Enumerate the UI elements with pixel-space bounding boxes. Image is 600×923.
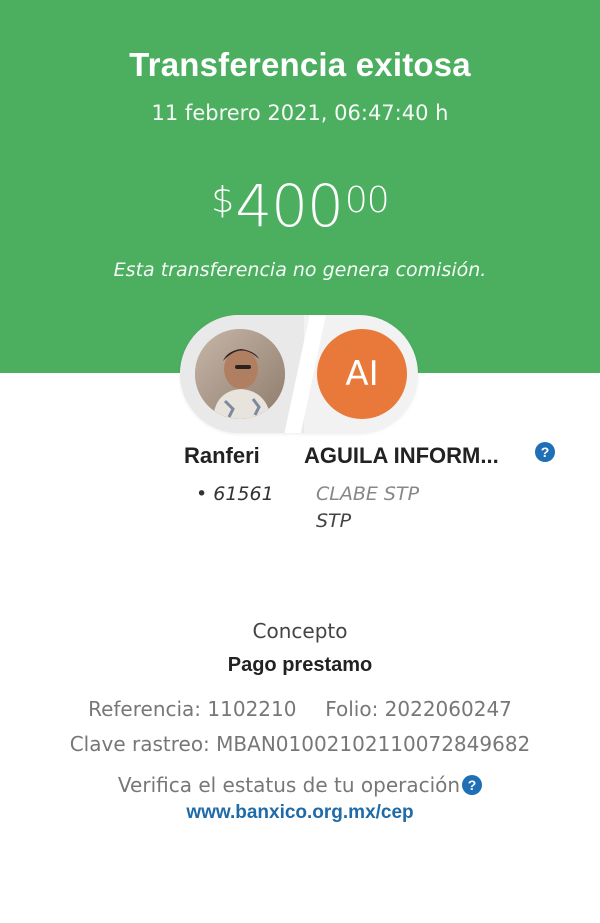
transfer-datetime: 11 febrero 2021, 06:47:40 h <box>151 101 449 125</box>
sender-avatar <box>195 329 285 419</box>
user-photo-icon <box>195 329 285 419</box>
clave-rastreo: Clave rastreo: MBAN01002102110072849682 <box>69 732 531 756</box>
transfer-amount: $ 400 00 <box>0 172 600 240</box>
amount-integer: 400 <box>235 172 344 240</box>
verify-status-line: Verifica el estatus de tu operación ? <box>0 773 600 797</box>
participants-pill: AI <box>180 315 418 433</box>
verify-text: Verifica el estatus de tu operación <box>117 773 461 797</box>
folio-number: Folio: 2022060247 <box>325 697 512 721</box>
recipient-account-type: CLABE STP <box>316 483 420 505</box>
amount-decimals: 00 <box>344 180 390 221</box>
banxico-cep-link[interactable]: www.banxico.org.mx/cep <box>0 802 600 824</box>
recipient-name: AGUILA INFORM... <box>304 443 499 468</box>
transfer-receipt: Transferencia exitosa 11 febrero 2021, 0… <box>0 0 600 923</box>
verify-help-icon[interactable]: ? <box>462 775 483 795</box>
sender-name: Ranferi <box>184 443 260 468</box>
concept-value: Pago prestamo <box>227 654 373 676</box>
recipient-help-icon[interactable]: ? <box>535 442 555 462</box>
recipient-avatar: AI <box>317 329 407 419</box>
amount-currency: $ <box>211 180 234 221</box>
page-title: Transferencia exitosa <box>129 46 471 83</box>
concept-label: Concepto <box>252 619 348 643</box>
commission-note: Esta transferencia no genera comisión. <box>113 259 487 281</box>
sender-account: • 61561 <box>196 483 274 505</box>
reference-number: Referencia: 1102210 <box>88 697 297 721</box>
reference-folio-line: Referencia: 1102210 Folio: 2022060247 <box>0 697 600 721</box>
recipient-bank: STP <box>316 510 352 532</box>
